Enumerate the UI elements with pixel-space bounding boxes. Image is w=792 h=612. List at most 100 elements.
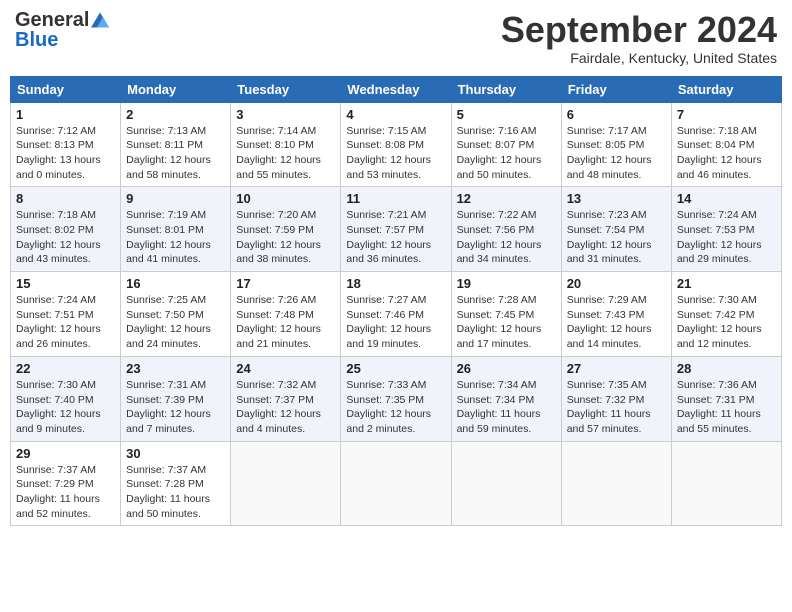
- calendar-header-monday: Monday: [121, 76, 231, 102]
- day-number: 29: [16, 446, 115, 461]
- day-number: 9: [126, 191, 225, 206]
- day-info: Sunrise: 7:29 AM Sunset: 7:43 PM Dayligh…: [567, 293, 666, 352]
- page-header: General Blue September 2024 Fairdale, Ke…: [10, 10, 782, 66]
- calendar-week-row: 22 Sunrise: 7:30 AM Sunset: 7:40 PM Dayli…: [11, 356, 782, 441]
- day-number: 16: [126, 276, 225, 291]
- logo-general-text: General: [15, 10, 89, 30]
- logo-blue-text: Blue: [15, 30, 58, 50]
- day-info: Sunrise: 7:34 AM Sunset: 7:34 PM Dayligh…: [457, 378, 556, 437]
- day-info: Sunrise: 7:18 AM Sunset: 8:04 PM Dayligh…: [677, 124, 776, 183]
- calendar-cell: 26 Sunrise: 7:34 AM Sunset: 7:34 PM Dayli…: [451, 356, 561, 441]
- day-number: 19: [457, 276, 556, 291]
- day-info: Sunrise: 7:32 AM Sunset: 7:37 PM Dayligh…: [236, 378, 335, 437]
- calendar-cell: 9 Sunrise: 7:19 AM Sunset: 8:01 PM Daylig…: [121, 187, 231, 272]
- day-info: Sunrise: 7:25 AM Sunset: 7:50 PM Dayligh…: [126, 293, 225, 352]
- calendar-week-row: 8 Sunrise: 7:18 AM Sunset: 8:02 PM Daylig…: [11, 187, 782, 272]
- day-info: Sunrise: 7:37 AM Sunset: 7:29 PM Dayligh…: [16, 463, 115, 522]
- day-number: 13: [567, 191, 666, 206]
- day-number: 6: [567, 107, 666, 122]
- calendar-cell: 25 Sunrise: 7:33 AM Sunset: 7:35 PM Dayli…: [341, 356, 451, 441]
- calendar-table: SundayMondayTuesdayWednesdayThursdayFrid…: [10, 76, 782, 527]
- calendar-cell: 13 Sunrise: 7:23 AM Sunset: 7:54 PM Dayli…: [561, 187, 671, 272]
- day-info: Sunrise: 7:17 AM Sunset: 8:05 PM Dayligh…: [567, 124, 666, 183]
- day-info: Sunrise: 7:21 AM Sunset: 7:57 PM Dayligh…: [346, 208, 445, 267]
- calendar-cell: [451, 441, 561, 526]
- day-info: Sunrise: 7:37 AM Sunset: 7:28 PM Dayligh…: [126, 463, 225, 522]
- calendar-header-saturday: Saturday: [671, 76, 781, 102]
- calendar-cell: [561, 441, 671, 526]
- day-info: Sunrise: 7:23 AM Sunset: 7:54 PM Dayligh…: [567, 208, 666, 267]
- calendar-week-row: 15 Sunrise: 7:24 AM Sunset: 7:51 PM Dayli…: [11, 272, 782, 357]
- calendar-header-thursday: Thursday: [451, 76, 561, 102]
- day-number: 25: [346, 361, 445, 376]
- day-number: 2: [126, 107, 225, 122]
- calendar-cell: 19 Sunrise: 7:28 AM Sunset: 7:45 PM Dayli…: [451, 272, 561, 357]
- calendar-cell: 24Sunrise: 7:32 AM Sunset: 7:37 PM Dayli…: [231, 356, 341, 441]
- day-number: 21: [677, 276, 776, 291]
- calendar-cell: 12 Sunrise: 7:22 AM Sunset: 7:56 PM Dayli…: [451, 187, 561, 272]
- day-number: 18: [346, 276, 445, 291]
- day-info: Sunrise: 7:31 AM Sunset: 7:39 PM Dayligh…: [126, 378, 225, 437]
- day-number: 26: [457, 361, 556, 376]
- day-number: 3: [236, 107, 335, 122]
- day-info: Sunrise: 7:22 AM Sunset: 7:56 PM Dayligh…: [457, 208, 556, 267]
- calendar-cell: 20Sunrise: 7:29 AM Sunset: 7:43 PM Dayli…: [561, 272, 671, 357]
- day-info: Sunrise: 7:27 AM Sunset: 7:46 PM Dayligh…: [346, 293, 445, 352]
- calendar-cell: 11 Sunrise: 7:21 AM Sunset: 7:57 PM Dayli…: [341, 187, 451, 272]
- calendar-cell: 22 Sunrise: 7:30 AM Sunset: 7:40 PM Dayli…: [11, 356, 121, 441]
- main-title: September 2024: [501, 10, 777, 50]
- calendar-cell: 6 Sunrise: 7:17 AM Sunset: 8:05 PM Daylig…: [561, 102, 671, 187]
- day-info: Sunrise: 7:18 AM Sunset: 8:02 PM Dayligh…: [16, 208, 115, 267]
- day-info: Sunrise: 7:28 AM Sunset: 7:45 PM Dayligh…: [457, 293, 556, 352]
- subtitle: Fairdale, Kentucky, United States: [501, 50, 777, 66]
- day-number: 30: [126, 446, 225, 461]
- day-number: 10: [236, 191, 335, 206]
- title-block: September 2024 Fairdale, Kentucky, Unite…: [501, 10, 777, 66]
- day-number: 11: [346, 191, 445, 206]
- calendar-cell: 1 Sunrise: 7:12 AM Sunset: 8:13 PM Daylig…: [11, 102, 121, 187]
- day-info: Sunrise: 7:36 AM Sunset: 7:31 PM Dayligh…: [677, 378, 776, 437]
- day-number: 7: [677, 107, 776, 122]
- logo: General Blue: [15, 10, 109, 50]
- calendar-cell: 16 Sunrise: 7:25 AM Sunset: 7:50 PM Dayli…: [121, 272, 231, 357]
- logo-icon: [91, 11, 109, 29]
- day-info: Sunrise: 7:33 AM Sunset: 7:35 PM Dayligh…: [346, 378, 445, 437]
- calendar-header-tuesday: Tuesday: [231, 76, 341, 102]
- calendar-cell: 3Sunrise: 7:14 AM Sunset: 8:10 PM Daylig…: [231, 102, 341, 187]
- day-number: 14: [677, 191, 776, 206]
- day-info: Sunrise: 7:35 AM Sunset: 7:32 PM Dayligh…: [567, 378, 666, 437]
- day-number: 5: [457, 107, 556, 122]
- calendar-cell: 4Sunrise: 7:15 AM Sunset: 8:08 PM Daylig…: [341, 102, 451, 187]
- day-number: 17: [236, 276, 335, 291]
- day-info: Sunrise: 7:24 AM Sunset: 7:51 PM Dayligh…: [16, 293, 115, 352]
- calendar-cell: 27 Sunrise: 7:35 AM Sunset: 7:32 PM Dayli…: [561, 356, 671, 441]
- calendar-cell: 30 Sunrise: 7:37 AM Sunset: 7:28 PM Dayli…: [121, 441, 231, 526]
- calendar-cell: [231, 441, 341, 526]
- calendar-cell: 5Sunrise: 7:16 AM Sunset: 8:07 PM Daylig…: [451, 102, 561, 187]
- calendar-cell: [671, 441, 781, 526]
- calendar-header-friday: Friday: [561, 76, 671, 102]
- day-number: 12: [457, 191, 556, 206]
- day-number: 28: [677, 361, 776, 376]
- day-number: 27: [567, 361, 666, 376]
- calendar-cell: 10 Sunrise: 7:20 AM Sunset: 7:59 PM Dayli…: [231, 187, 341, 272]
- day-info: Sunrise: 7:13 AM Sunset: 8:11 PM Dayligh…: [126, 124, 225, 183]
- calendar-cell: [341, 441, 451, 526]
- day-info: Sunrise: 7:19 AM Sunset: 8:01 PM Dayligh…: [126, 208, 225, 267]
- calendar-cell: 14Sunrise: 7:24 AM Sunset: 7:53 PM Dayli…: [671, 187, 781, 272]
- day-info: Sunrise: 7:12 AM Sunset: 8:13 PM Dayligh…: [16, 124, 115, 183]
- day-info: Sunrise: 7:30 AM Sunset: 7:40 PM Dayligh…: [16, 378, 115, 437]
- calendar-week-row: 29 Sunrise: 7:37 AM Sunset: 7:29 PM Dayli…: [11, 441, 782, 526]
- calendar-cell: 8 Sunrise: 7:18 AM Sunset: 8:02 PM Daylig…: [11, 187, 121, 272]
- day-info: Sunrise: 7:15 AM Sunset: 8:08 PM Dayligh…: [346, 124, 445, 183]
- calendar-cell: 17Sunrise: 7:26 AM Sunset: 7:48 PM Dayli…: [231, 272, 341, 357]
- day-info: Sunrise: 7:20 AM Sunset: 7:59 PM Dayligh…: [236, 208, 335, 267]
- day-number: 8: [16, 191, 115, 206]
- calendar-header-wednesday: Wednesday: [341, 76, 451, 102]
- day-number: 1: [16, 107, 115, 122]
- calendar-cell: 23Sunrise: 7:31 AM Sunset: 7:39 PM Dayli…: [121, 356, 231, 441]
- calendar-cell: 29 Sunrise: 7:37 AM Sunset: 7:29 PM Dayli…: [11, 441, 121, 526]
- day-number: 15: [16, 276, 115, 291]
- day-number: 22: [16, 361, 115, 376]
- calendar-cell: 28 Sunrise: 7:36 AM Sunset: 7:31 PM Dayli…: [671, 356, 781, 441]
